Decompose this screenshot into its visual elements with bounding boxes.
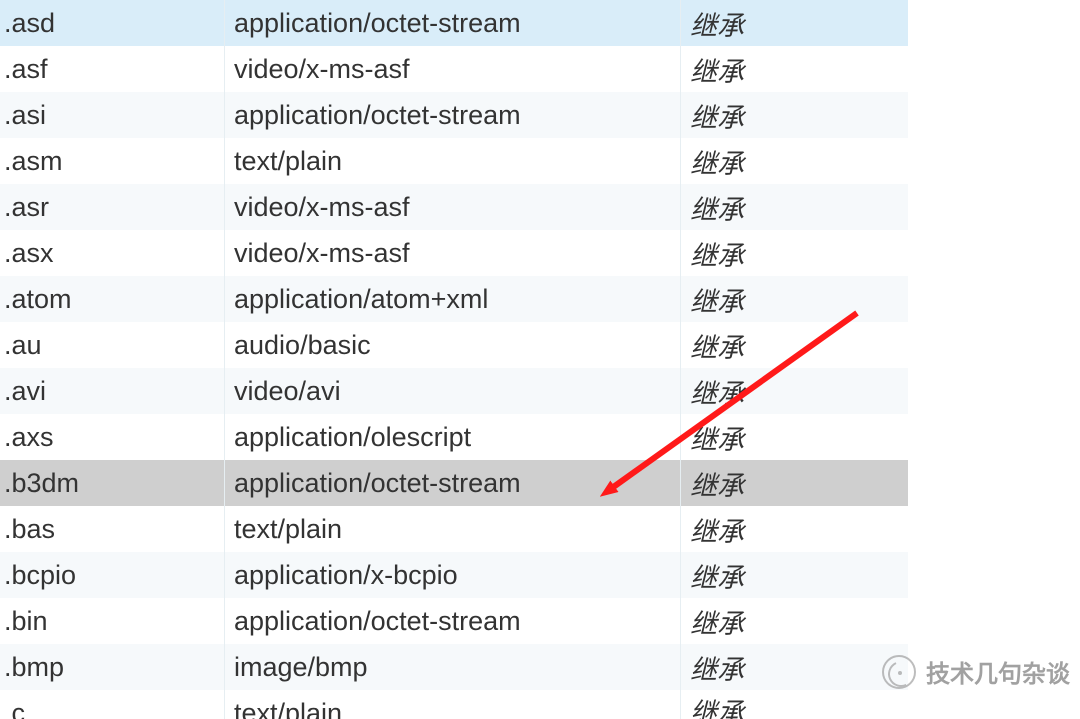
mime-type-cell: text/plain bbox=[224, 146, 680, 177]
extension-cell: .avi bbox=[0, 376, 224, 407]
mime-type-cell: video/x-ms-asf bbox=[224, 192, 680, 223]
mime-type-cell: application/olescript bbox=[224, 422, 680, 453]
extension-cell: .bin bbox=[0, 606, 224, 637]
inherit-cell: 继承 bbox=[680, 234, 908, 273]
watermark-text: 技术几句杂谈 bbox=[926, 654, 1070, 689]
extension-cell: .axs bbox=[0, 422, 224, 453]
extension-cell: .au bbox=[0, 330, 224, 361]
inherit-cell: 继承 bbox=[680, 648, 908, 687]
inherit-cell: 继承 bbox=[680, 418, 908, 457]
table-row[interactable]: .binapplication/octet-stream继承 bbox=[0, 598, 908, 644]
table-row[interactable]: .auaudio/basic继承 bbox=[0, 322, 908, 368]
column-divider-1 bbox=[224, 0, 225, 719]
table-rows-host: .asdapplication/octet-stream继承.asfvideo/… bbox=[0, 0, 908, 719]
inherit-cell: 继承 bbox=[680, 464, 908, 503]
table-row[interactable]: .avivideo/avi继承 bbox=[0, 368, 908, 414]
mime-type-cell: text/plain bbox=[224, 690, 680, 719]
inherit-cell: 继承 bbox=[680, 50, 908, 89]
extension-cell: .asi bbox=[0, 100, 224, 131]
extension-cell: .bas bbox=[0, 514, 224, 545]
inherit-cell: 继承 bbox=[680, 690, 908, 719]
mime-type-cell: application/octet-stream bbox=[224, 606, 680, 637]
extension-cell: .atom bbox=[0, 284, 224, 315]
inherit-cell: 继承 bbox=[680, 510, 908, 549]
inherit-cell: 继承 bbox=[680, 372, 908, 411]
extension-cell: .bmp bbox=[0, 652, 224, 683]
extension-cell: .c bbox=[0, 690, 224, 719]
table-row[interactable]: .bcpioapplication/x-bcpio继承 bbox=[0, 552, 908, 598]
table-row[interactable]: .atomapplication/atom+xml继承 bbox=[0, 276, 908, 322]
mime-type-cell: text/plain bbox=[224, 514, 680, 545]
table-row[interactable]: .axsapplication/olescript继承 bbox=[0, 414, 908, 460]
table-row[interactable]: .asdapplication/octet-stream继承 bbox=[0, 0, 908, 46]
mime-type-table: .asdapplication/octet-stream继承.asfvideo/… bbox=[0, 0, 908, 719]
inherit-cell: 继承 bbox=[680, 280, 908, 319]
extension-cell: .asd bbox=[0, 8, 224, 39]
table-row[interactable]: .bastext/plain继承 bbox=[0, 506, 908, 552]
mime-type-cell: audio/basic bbox=[224, 330, 680, 361]
mime-type-cell: application/octet-stream bbox=[224, 468, 680, 499]
table-row[interactable]: .bmpimage/bmp继承 bbox=[0, 644, 908, 690]
inherit-cell: 继承 bbox=[680, 4, 908, 43]
mime-type-cell: video/x-ms-asf bbox=[224, 238, 680, 269]
mime-type-cell: video/avi bbox=[224, 376, 680, 407]
viewport: .asdapplication/octet-stream继承.asfvideo/… bbox=[0, 0, 1080, 719]
inherit-cell: 继承 bbox=[680, 602, 908, 641]
table-row[interactable]: .b3dmapplication/octet-stream继承 bbox=[0, 460, 908, 506]
table-row[interactable]: .asmtext/plain继承 bbox=[0, 138, 908, 184]
inherit-cell: 继承 bbox=[680, 96, 908, 135]
table-row[interactable]: .asxvideo/x-ms-asf继承 bbox=[0, 230, 908, 276]
watermark: 技术几句杂谈 bbox=[882, 654, 1070, 689]
table-row[interactable]: .ctext/plain继承 bbox=[0, 690, 908, 719]
inherit-cell: 继承 bbox=[680, 556, 908, 595]
mime-type-cell: application/atom+xml bbox=[224, 284, 680, 315]
mime-type-cell: application/x-bcpio bbox=[224, 560, 680, 591]
extension-cell: .asx bbox=[0, 238, 224, 269]
table-row[interactable]: .asrvideo/x-ms-asf继承 bbox=[0, 184, 908, 230]
mime-type-cell: application/octet-stream bbox=[224, 100, 680, 131]
mime-type-cell: application/octet-stream bbox=[224, 8, 680, 39]
wechat-icon bbox=[882, 655, 916, 689]
table-row[interactable]: .asfvideo/x-ms-asf继承 bbox=[0, 46, 908, 92]
extension-cell: .bcpio bbox=[0, 560, 224, 591]
extension-cell: .asf bbox=[0, 54, 224, 85]
inherit-cell: 继承 bbox=[680, 326, 908, 365]
inherit-cell: 继承 bbox=[680, 188, 908, 227]
extension-cell: .b3dm bbox=[0, 468, 224, 499]
mime-type-cell: image/bmp bbox=[224, 652, 680, 683]
table-row[interactable]: .asiapplication/octet-stream继承 bbox=[0, 92, 908, 138]
extension-cell: .asr bbox=[0, 192, 224, 223]
extension-cell: .asm bbox=[0, 146, 224, 177]
mime-type-cell: video/x-ms-asf bbox=[224, 54, 680, 85]
inherit-cell: 继承 bbox=[680, 142, 908, 181]
column-divider-2 bbox=[680, 0, 681, 719]
